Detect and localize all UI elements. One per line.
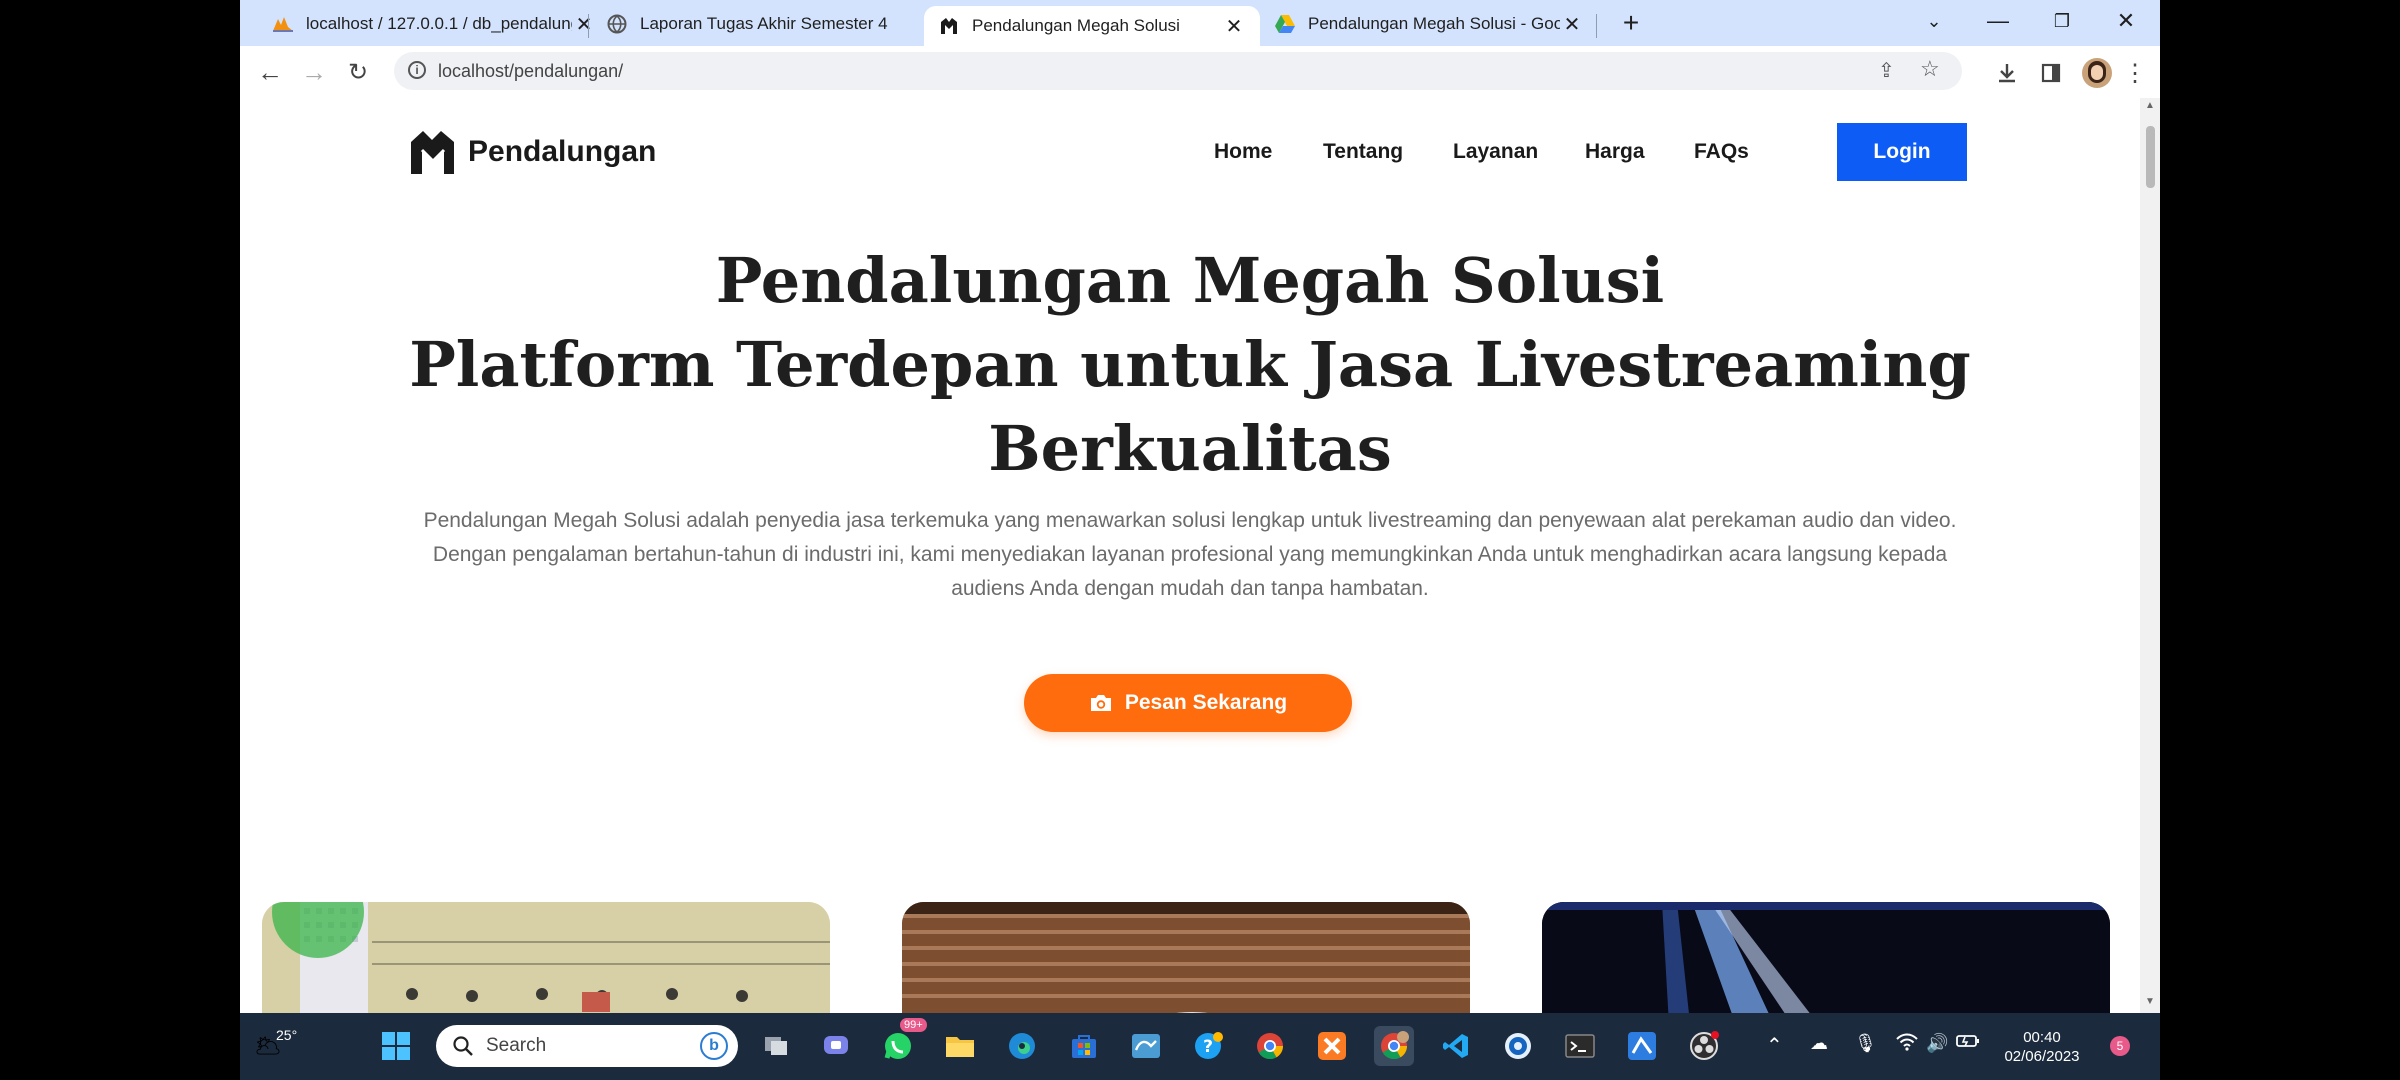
site-logo[interactable]: Pendalungan	[408, 128, 656, 176]
side-panel-icon[interactable]	[2036, 58, 2066, 88]
browser-toolbar: ← → ↻ i localhost/pendalungan/ ⇪ ☆ ⋮	[240, 46, 2160, 98]
profile-avatar[interactable]	[2082, 58, 2112, 88]
hero-title-line-1: Pendalungan Megah Solusi	[715, 244, 1665, 317]
windows-start-icon[interactable]	[376, 1026, 416, 1066]
page-scrollbar[interactable]: ▲ ▼	[2140, 98, 2160, 1013]
volume-icon[interactable]: 🔊	[1926, 1033, 1948, 1054]
service-card-image-1	[262, 902, 830, 1013]
order-now-button[interactable]: Pesan Sekarang	[1024, 674, 1352, 732]
whatsapp-icon[interactable]: 99+	[878, 1018, 927, 1066]
close-window-button[interactable]: ✕	[2094, 0, 2158, 42]
site-info-icon[interactable]: i	[408, 61, 426, 79]
page-viewport: Pendalungan Home Tentang Layanan Harga F…	[240, 98, 2140, 1013]
nav-layanan[interactable]: Layanan	[1453, 140, 1538, 164]
search-placeholder: Search	[486, 1035, 547, 1056]
tab-strip: localhost / 127.0.0.1 / db_pendalungan ✕…	[240, 0, 2160, 46]
tab-pendalungan-active[interactable]: Pendalungan Megah Solusi ✕	[924, 6, 1260, 46]
tab-separator	[588, 14, 589, 38]
search-icon	[453, 1036, 473, 1056]
wifi-icon[interactable]	[1896, 1033, 1918, 1056]
scroll-up-arrow-icon[interactable]: ▲	[2145, 100, 2155, 111]
share-icon[interactable]: ⇪	[1878, 58, 1895, 83]
tab-google-drive[interactable]: Pendalungan Megah Solusi - Google Drive …	[1260, 4, 1598, 44]
scrollbar-thumb[interactable]	[2146, 126, 2155, 188]
back-button[interactable]: ←	[252, 54, 288, 90]
order-now-label: Pesan Sekarang	[1124, 691, 1288, 714]
close-tab-icon[interactable]: ✕	[1560, 12, 1584, 37]
bookmark-star-icon[interactable]: ☆	[1920, 56, 1940, 82]
vscode-icon[interactable]	[1436, 1026, 1476, 1066]
brand-name: Pendalungan	[468, 135, 657, 168]
terminal-icon[interactable]	[1560, 1026, 1600, 1066]
hero-title-line-2: Platform Terdepan untuk Jasa Livestreami…	[409, 328, 1971, 401]
nav-faqs[interactable]: FAQs	[1694, 140, 1749, 164]
service-card-image-3	[1542, 902, 2110, 1013]
pendalungan-logo-icon	[938, 15, 960, 37]
tab-title: Pendalungan Megah Solusi	[972, 16, 1180, 35]
teams-chat-icon[interactable]	[816, 1026, 856, 1066]
windows-taskbar: 🌥 25° Search b 99+ ? ⌃ ☁ 🎙 🔊 00:40 02/06…	[240, 1013, 2160, 1080]
download-icon[interactable]	[1992, 58, 2022, 88]
clock-time: 00:40	[2023, 1029, 2061, 1046]
hero-description: Pendalungan Megah Solusi adalah penyedia…	[423, 509, 1957, 600]
service-card-image-2	[902, 902, 1470, 1013]
reload-button[interactable]: ↻	[340, 54, 376, 90]
app-blue-circle-icon[interactable]	[1498, 1026, 1538, 1066]
show-hidden-icons-chevron[interactable]: ⌃	[1766, 1033, 1783, 1058]
tab-title: localhost / 127.0.0.1 / db_pendalungan	[306, 14, 572, 33]
tab-search-icon[interactable]: ⌄	[1902, 0, 1966, 42]
close-tab-icon[interactable]: ✕	[1222, 14, 1246, 39]
hero-title-line-3: Berkualitas	[988, 412, 1392, 485]
new-tab-button[interactable]: +	[1614, 8, 1648, 40]
onedrive-offline-icon[interactable]: ☁	[1810, 1033, 1828, 1054]
nav-home[interactable]: Home	[1214, 140, 1272, 164]
url-text: localhost/pendalungan/	[438, 61, 624, 81]
globe-icon	[606, 13, 628, 35]
phpmyadmin-icon	[272, 13, 294, 35]
app-blue-tile-icon[interactable]	[1622, 1026, 1662, 1066]
more-menu-icon[interactable]: ⋮	[2120, 58, 2150, 88]
task-view-icon[interactable]	[756, 1026, 796, 1066]
google-chrome-icon[interactable]	[1250, 1026, 1290, 1066]
battery-icon[interactable]	[1956, 1033, 1980, 1054]
tab-title: Pendalungan Megah Solusi - Google Drive	[1308, 14, 1560, 33]
nav-harga[interactable]: Harga	[1585, 140, 1645, 164]
notification-badge[interactable]: 5	[2110, 1036, 2130, 1056]
login-button[interactable]: Login	[1837, 123, 1967, 181]
microphone-icon[interactable]: 🎙	[1854, 1033, 1877, 1054]
tab-phpmyadmin[interactable]: localhost / 127.0.0.1 / db_pendalungan ✕	[258, 4, 610, 44]
svg-text:?: ?	[1203, 1037, 1213, 1057]
browser-window: localhost / 127.0.0.1 / db_pendalungan ✕…	[240, 0, 2160, 1013]
bing-icon[interactable]: b	[700, 1032, 728, 1060]
edge-browser-icon[interactable]	[1002, 1026, 1042, 1066]
weather-temperature: 25°	[276, 1027, 298, 1043]
weather-widget[interactable]: 🌥 25°	[254, 1025, 304, 1067]
obs-studio-icon[interactable]	[1684, 1026, 1724, 1066]
google-drive-icon	[1274, 13, 1296, 35]
restore-button[interactable]: ❐	[2030, 0, 2094, 42]
forward-button[interactable]: →	[296, 54, 332, 90]
microsoft-store-icon[interactable]	[1064, 1026, 1104, 1066]
scroll-down-arrow-icon[interactable]: ▼	[2145, 996, 2155, 1007]
chrome-profile-active-icon[interactable]	[1374, 1026, 1414, 1066]
camera-icon	[1089, 693, 1113, 713]
help-app-icon[interactable]: ?	[1188, 1026, 1228, 1066]
mysql-workbench-icon[interactable]	[1126, 1026, 1166, 1066]
nav-tentang[interactable]: Tentang	[1323, 140, 1403, 164]
file-explorer-icon[interactable]	[940, 1026, 980, 1066]
xampp-icon[interactable]	[1312, 1026, 1352, 1066]
tab-separator	[1596, 14, 1597, 38]
minimize-button[interactable]: —	[1966, 0, 2030, 42]
clock-date: 02/06/2023	[2004, 1048, 2080, 1065]
whatsapp-badge: 99+	[900, 1018, 927, 1032]
taskbar-clock[interactable]: 00:40 02/06/2023	[1997, 1028, 2087, 1066]
address-bar[interactable]: i localhost/pendalungan/ ⇪ ☆	[394, 52, 1962, 90]
pendalungan-logo-icon	[411, 131, 454, 174]
taskbar-search[interactable]: Search b	[436, 1025, 738, 1067]
